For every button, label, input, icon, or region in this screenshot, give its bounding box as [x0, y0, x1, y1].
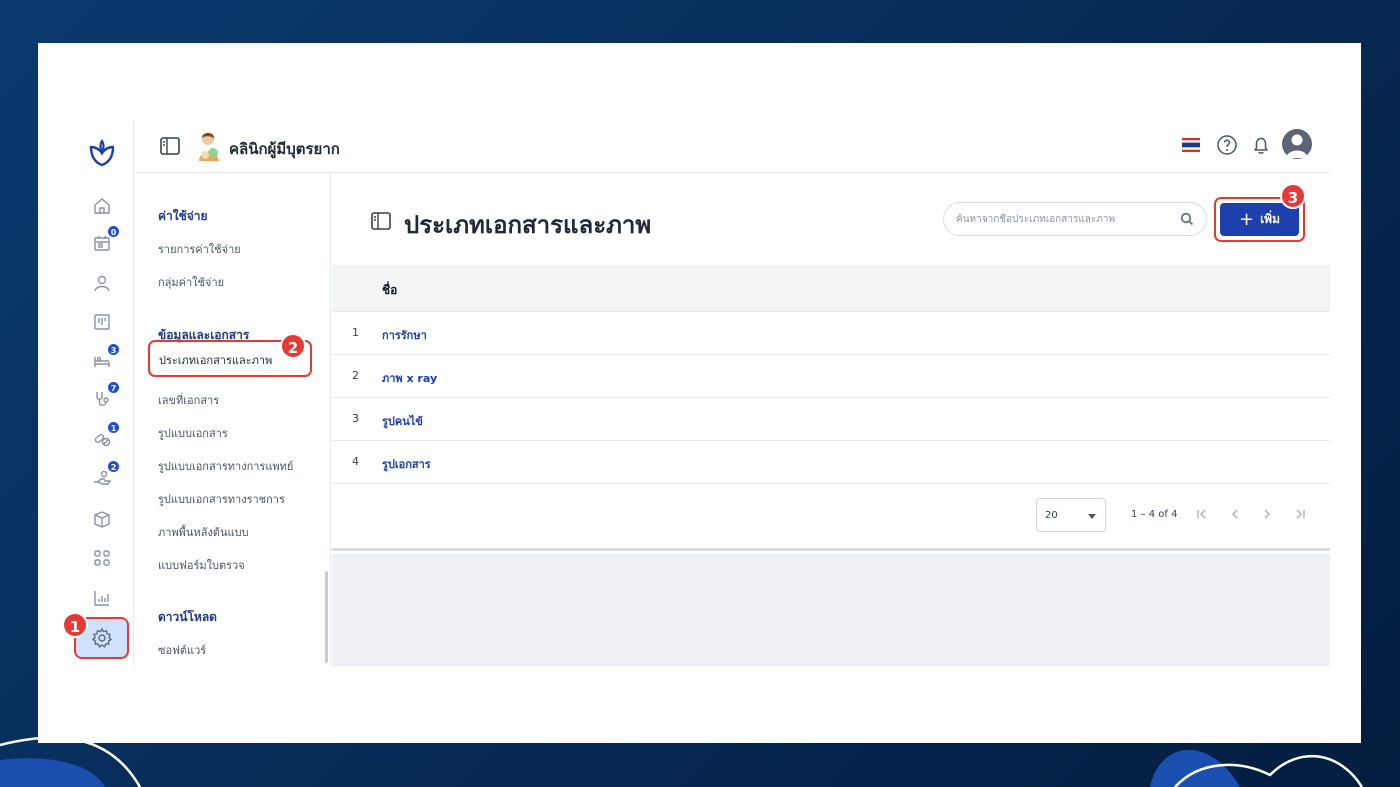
app-window: 0 3 7 1 2 คลินิกผู้มีบุตรยาก ค่าใช้จ่าย … [76, 121, 1330, 666]
table-row[interactable]: 4 รูปเอกสาร [332, 441, 1330, 484]
thai-flag-icon[interactable] [1182, 137, 1200, 153]
calendar-icon[interactable]: 0 [90, 225, 120, 255]
table-row[interactable]: 2 ภาพ x ray [332, 355, 1330, 398]
row-name-link[interactable]: ภาพ x ray [382, 369, 437, 387]
previous-page-button[interactable] [1226, 505, 1244, 523]
gear-icon [91, 627, 112, 648]
plus-icon: + [1238, 208, 1255, 230]
last-page-button[interactable] [1291, 505, 1309, 523]
clinic-logo-icon [199, 132, 219, 161]
page-size-select[interactable]: 20 [1036, 498, 1106, 532]
chevron-right-icon [1264, 509, 1271, 519]
subnav-item-document-formats[interactable]: รูปแบบเอกสาร [158, 424, 228, 442]
subnav-item-official-document-formats[interactable]: รูปแบบเอกสารทางราชการ [158, 490, 285, 508]
apps-icon[interactable] [90, 546, 114, 570]
table-row[interactable]: 1 การรักษา [332, 312, 1330, 355]
chevron-left-icon [1231, 509, 1238, 519]
row-number: 1 [352, 326, 359, 339]
row-number: 3 [352, 412, 359, 425]
kanban-icon[interactable] [90, 310, 114, 334]
step-marker-3: 3 [1280, 183, 1306, 209]
stethoscope-icon[interactable]: 7 [90, 381, 120, 411]
add-button-label: เพิ่ม [1260, 212, 1280, 226]
hand-icon[interactable]: 2 [90, 460, 120, 490]
top-bar: คลินิกผู้มีบุตรยาก [135, 121, 1330, 173]
patient-icon[interactable] [90, 271, 114, 295]
row-name-link[interactable]: รูปคนไข้ [382, 412, 423, 430]
main-content: ประเภทเอกสารและภาพ + เพิ่ม ชื่อ 1 [332, 173, 1330, 666]
step-marker-1: 1 [62, 612, 88, 638]
subnav-item-software[interactable]: ซอฟต์แวร์ [158, 641, 206, 659]
logo-icon [89, 139, 115, 167]
empty-area [332, 554, 1330, 666]
paginator: 20 1 – 4 of 4 [332, 485, 1330, 551]
search-icon[interactable] [1180, 212, 1194, 226]
content-card: 0 3 7 1 2 คลินิกผู้มีบุตรยาก ค่าใช้จ่าย … [38, 43, 1361, 743]
pills-badge: 1 [107, 421, 120, 434]
subnav-item-template-backgrounds[interactable]: ภาพพื้นหลังต้นแบบ [158, 523, 249, 541]
settings-subnav: ค่าใช้จ่าย รายการค่าใช้จ่าย กลุ่มค่าใช้จ… [135, 173, 331, 666]
subnav-item-medical-document-formats[interactable]: รูปแบบเอกสารทางการแพทย์ [158, 457, 293, 475]
page-header: ประเภทเอกสารและภาพ + เพิ่ม [332, 173, 1330, 265]
panel-icon [371, 212, 391, 230]
row-number: 4 [352, 455, 359, 468]
calendar-badge: 0 [107, 225, 120, 238]
subnav-scrollbar[interactable] [325, 571, 328, 663]
page-size-value: 20 [1045, 510, 1058, 521]
stethoscope-badge: 7 [107, 381, 120, 394]
last-page-icon [1296, 509, 1305, 519]
home-icon[interactable] [90, 194, 114, 218]
search-input[interactable] [956, 213, 1180, 225]
row-name-link[interactable]: รูปเอกสาร [382, 455, 431, 473]
section-title-expenses: ค่าใช้จ่าย [158, 209, 208, 223]
row-name-link[interactable]: การรักษา [382, 326, 427, 344]
first-page-icon [1197, 509, 1206, 519]
bed-badge: 3 [107, 343, 120, 356]
chevron-down-icon [1088, 514, 1096, 519]
search-box[interactable] [943, 202, 1207, 236]
hand-badge: 2 [107, 460, 120, 473]
table-header: ชื่อ [332, 265, 1330, 312]
clinic-name: คลินิกผู้มีบุตรยาก [229, 140, 340, 158]
bed-icon[interactable]: 3 [90, 343, 120, 373]
column-header-name[interactable]: ชื่อ [382, 281, 397, 300]
subnav-item-exam-forms[interactable]: แบบฟอร์มใบตรวจ [158, 556, 245, 574]
report-chart-icon[interactable] [90, 586, 114, 610]
bell-icon[interactable] [1250, 134, 1272, 156]
sidebar-toggle-icon[interactable] [160, 137, 180, 155]
subnav-item-document-numbers[interactable]: เลขที่เอกสาร [158, 391, 219, 409]
page-title: ประเภทเอกสารและภาพ [404, 211, 652, 239]
subnav-item-expense-list[interactable]: รายการค่าใช้จ่าย [158, 240, 241, 258]
section-title-downloads: ดาวน์โหลด [158, 610, 217, 624]
pills-icon[interactable]: 1 [90, 421, 120, 451]
icon-rail: 0 3 7 1 2 [76, 121, 134, 666]
help-icon[interactable] [1216, 134, 1238, 156]
row-number: 2 [352, 369, 359, 382]
package-icon[interactable] [90, 507, 114, 531]
first-page-button[interactable] [1193, 505, 1211, 523]
table-row[interactable]: 3 รูปคนไข้ [332, 398, 1330, 441]
next-page-button[interactable] [1258, 505, 1276, 523]
user-avatar-icon[interactable] [1282, 129, 1312, 159]
page-range-label: 1 – 4 of 4 [1131, 509, 1178, 520]
subnav-item-expense-groups[interactable]: กลุ่มค่าใช้จ่าย [158, 273, 224, 291]
document-types-table: ชื่อ 1 การรักษา 2 ภาพ x ray 3 รูปคนไข้ 4… [332, 265, 1330, 484]
step-marker-2: 2 [280, 333, 306, 359]
